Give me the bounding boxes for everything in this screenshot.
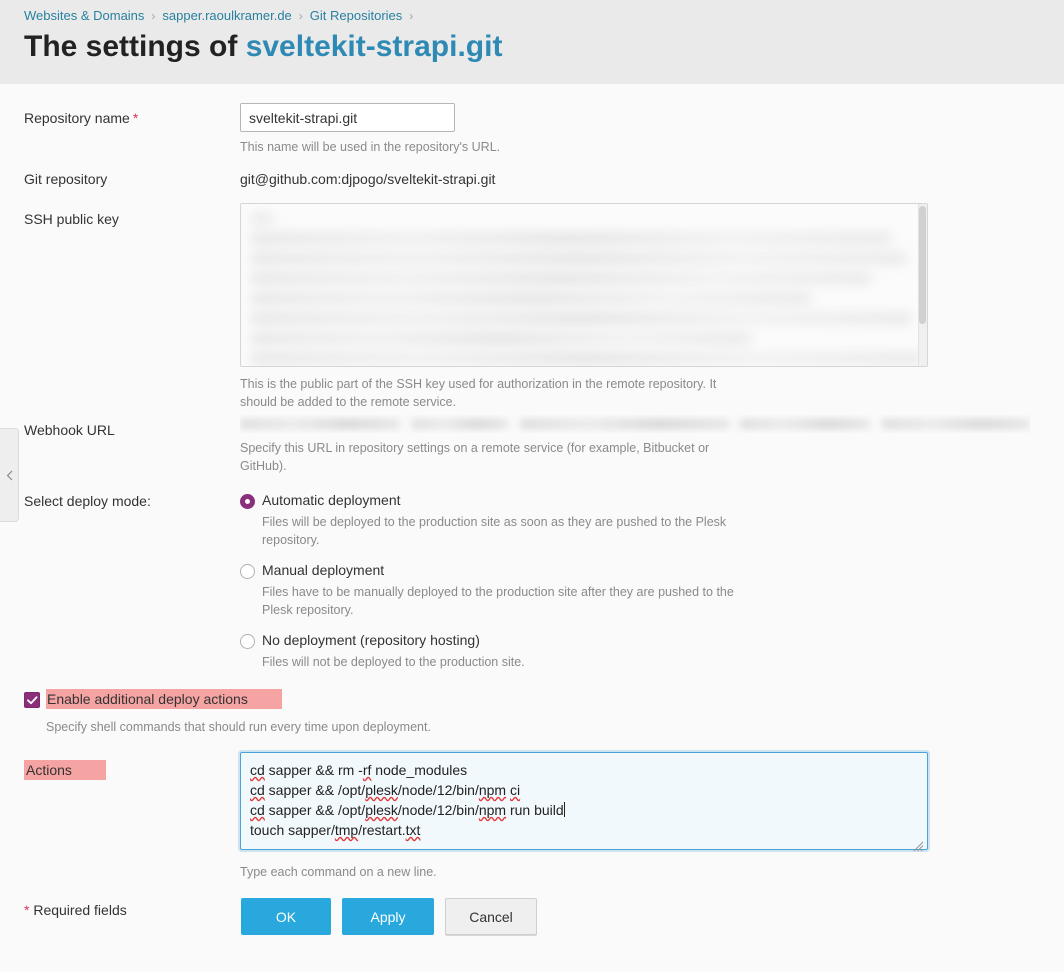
radio-selected-icon[interactable] [240,494,255,509]
checkbox-checked-icon[interactable] [24,692,40,708]
page-title-prefix: The settings of [24,30,246,63]
breadcrumb-item-git-repositories[interactable]: Git Repositories [310,8,402,23]
page-title-repo-name: sveltekit-strapi.git [245,30,503,63]
additional-actions-hint: Specify shell commands that should run e… [46,720,431,734]
breadcrumb-separator-icon: › [409,9,414,23]
radio-automatic-deployment-desc: Files will be deployed to the production… [262,515,727,548]
ssh-public-key-label: SSH public key [24,211,119,227]
ssh-key-scrollbar-thumb[interactable] [919,206,926,324]
git-repository-value: git@github.com:djpogo/sveltekit-strapi.g… [240,171,496,187]
actions-textarea[interactable] [240,752,928,850]
checkbox-enable-additional-deploy-actions-label: Enable additional deploy actions [46,689,282,709]
breadcrumb-item-domain[interactable]: sapper.raoulkramer.de [162,8,291,23]
ssh-public-key-hint: This is the public part of the SSH key u… [240,377,717,410]
webhook-url-hint: Specify this URL in repository settings … [240,441,710,474]
repository-name-label: Repository name * [24,110,139,126]
page-title: The settings of sveltekit-strapi.git [24,30,502,64]
breadcrumb-item-websites-domains[interactable]: Websites & Domains [24,8,144,23]
breadcrumb-separator-icon: › [298,9,303,23]
repository-name-input[interactable] [240,103,455,132]
actions-hint: Type each command on a new line. [240,865,437,879]
radio-no-deployment-desc: Files will not be deployed to the produc… [262,655,525,669]
radio-manual-deployment-label: Manual deployment [262,562,385,578]
radio-automatic-deployment-label: Automatic deployment [262,492,401,508]
ssh-key-scrollbar[interactable] [918,204,927,366]
repository-name-hint: This name will be used in the repository… [240,140,501,154]
ssh-key-redacted-content [241,204,927,366]
chevron-left-icon [6,470,13,481]
required-asterisk: * [132,110,139,126]
ssh-public-key-textarea[interactable] [240,203,928,367]
actions-textarea-wrap: cd sapper && rm -rf node_modules cd sapp… [240,752,928,855]
required-fields-text: Required fields [29,902,127,918]
apply-button[interactable]: Apply [342,898,434,935]
plesk-git-repository-settings-page: Websites & Domains › sapper.raoulkramer.de… [0,0,1064,972]
cancel-button[interactable]: Cancel [445,898,537,935]
breadcrumb-separator-icon: › [151,9,156,23]
radio-manual-deployment-desc: Files have to be manually deployed to th… [262,585,734,618]
radio-no-deployment[interactable]: No deployment (repository hosting) Files… [240,632,525,671]
breadcrumb: Websites & Domains › sapper.raoulkramer.de… [24,8,420,23]
git-repository-label: Git repository [24,171,108,187]
webhook-url-value-redacted [240,415,1030,433]
radio-unselected-icon[interactable] [240,634,255,649]
radio-unselected-icon[interactable] [240,564,255,579]
radio-automatic-deployment[interactable]: Automatic deployment Files will be deplo… [240,492,752,549]
deploy-mode-label: Select deploy mode: [24,493,151,509]
radio-manual-deployment[interactable]: Manual deployment Files have to be manua… [240,562,752,619]
ok-button[interactable]: OK [241,898,331,935]
page-header: Websites & Domains › sapper.raoulkramer.de… [0,0,1064,84]
actions-label: Actions [24,760,106,780]
radio-no-deployment-label: No deployment (repository hosting) [262,632,480,648]
sidebar-collapse-handle[interactable] [0,428,19,522]
checkbox-enable-additional-deploy-actions[interactable]: Enable additional deploy actions [24,689,282,709]
webhook-url-label: Webhook URL [24,422,115,438]
form-action-buttons: OK Apply Cancel [241,898,537,935]
required-fields-note: * Required fields [24,902,127,918]
